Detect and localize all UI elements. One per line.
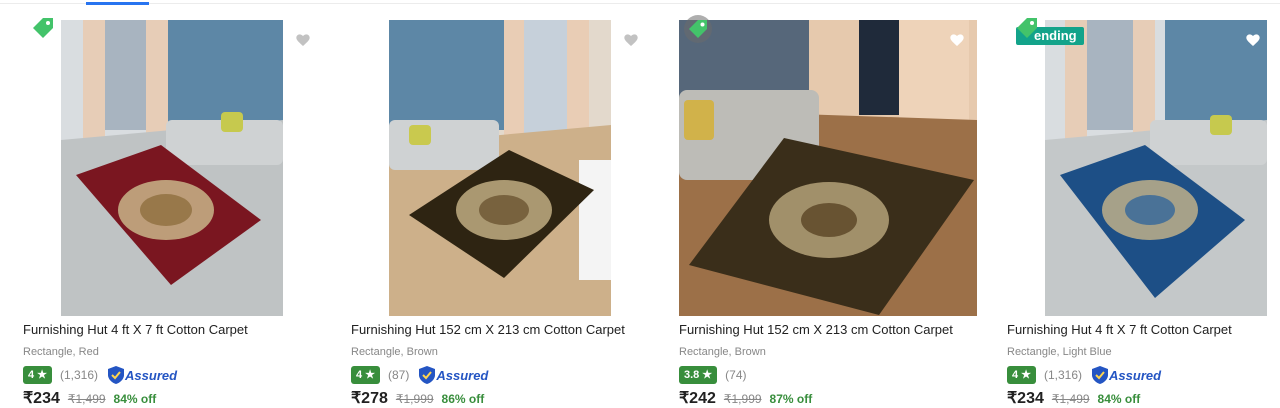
star-icon: ★	[365, 369, 375, 381]
product-grid: Furnishing Hut 4 ft X 7 ft Cotton Carpet…	[0, 0, 1280, 407]
original-price: ₹1,499	[1051, 392, 1090, 406]
price-row: ₹234 ₹1,499 84% off	[23, 388, 156, 408]
rating-badge: 3.8 ★	[679, 366, 718, 384]
original-price: ₹1,999	[723, 392, 762, 406]
assured-label: Assured	[125, 367, 178, 383]
price: ₹234	[1007, 390, 1044, 407]
rating-value: 4	[1012, 369, 1019, 381]
product-card[interactable]: Furnishing Hut 4 ft X 7 ft Cotton Carpet…	[23, 0, 333, 407]
heart-icon[interactable]	[1245, 32, 1261, 48]
price: ₹234	[23, 390, 60, 407]
heart-icon[interactable]	[623, 32, 639, 48]
star-icon: ★	[1021, 369, 1031, 381]
product-card[interactable]: Furnishing Hut 152 cm X 213 cm Cotton Ca…	[679, 0, 989, 407]
product-variant: Rectangle, Red	[23, 346, 99, 358]
assured-shield-icon	[419, 366, 436, 384]
product-title[interactable]: Furnishing Hut 152 cm X 213 cm Cotton Ca…	[679, 322, 989, 337]
assured-badge: Assured	[1092, 365, 1161, 385]
product-variant: Rectangle, Brown	[679, 346, 766, 358]
price: ₹278	[351, 390, 388, 407]
rating-row: 4 ★ (1,316) Assured	[23, 366, 177, 384]
product-title[interactable]: Furnishing Hut 152 cm X 213 cm Cotton Ca…	[351, 322, 661, 337]
rating-row: 4 ★ (87) Assured	[351, 366, 488, 384]
heart-icon[interactable]	[295, 32, 311, 48]
tag-icon	[33, 18, 53, 38]
assured-shield-icon	[1092, 366, 1109, 384]
product-variant: Rectangle, Brown	[351, 346, 438, 358]
tag-icon	[1017, 18, 1037, 38]
discount: 84% off	[113, 392, 157, 406]
original-price: ₹1,999	[395, 392, 434, 406]
rating-value: 3.8	[684, 369, 700, 381]
rating-count: (87)	[388, 368, 410, 382]
price-row: ₹278 ₹1,999 86% off	[351, 388, 484, 408]
rating-count: (1,316)	[1044, 368, 1083, 382]
rating-value: 4	[356, 369, 363, 381]
product-title[interactable]: Furnishing Hut 4 ft X 7 ft Cotton Carpet	[1007, 322, 1280, 337]
product-image[interactable]	[1045, 20, 1267, 316]
assured-badge: Assured	[419, 365, 488, 385]
rating-count: (1,316)	[60, 368, 99, 382]
assured-label: Assured	[1109, 367, 1162, 383]
assured-badge: Assured	[108, 365, 177, 385]
product-image[interactable]	[61, 20, 283, 316]
rating-count: (74)	[725, 368, 747, 382]
rating-badge: 4 ★	[351, 366, 380, 384]
rating-badge: 4 ★	[23, 366, 52, 384]
heart-icon[interactable]	[949, 32, 965, 48]
tag-icon	[684, 15, 712, 43]
product-card[interactable]: Furnishing Hut 152 cm X 213 cm Cotton Ca…	[351, 0, 661, 407]
discount: 87% off	[769, 392, 813, 406]
price-row: ₹234 ₹1,499 84% off	[1007, 388, 1140, 408]
discount: 84% off	[1097, 392, 1141, 406]
product-title[interactable]: Furnishing Hut 4 ft X 7 ft Cotton Carpet	[23, 322, 333, 337]
product-image[interactable]	[679, 20, 977, 316]
discount: 86% off	[441, 392, 485, 406]
original-price: ₹1,499	[67, 392, 106, 406]
assured-shield-icon	[108, 366, 125, 384]
assured-label: Assured	[436, 367, 489, 383]
product-card[interactable]: ending Furnishing Hut 4 ft X 7 ft Cotton…	[1007, 0, 1280, 407]
star-icon: ★	[37, 369, 47, 381]
product-variant: Rectangle, Light Blue	[1007, 346, 1112, 358]
rating-value: 4	[28, 369, 35, 381]
price: ₹242	[679, 390, 716, 407]
price-row: ₹242 ₹1,999 87% off	[679, 388, 812, 408]
rating-row: 4 ★ (1,316) Assured	[1007, 366, 1161, 384]
product-image-area[interactable]	[23, 18, 333, 316]
product-image-area[interactable]	[351, 20, 661, 316]
star-icon: ★	[702, 369, 713, 381]
product-image-area[interactable]: ending	[1007, 18, 1280, 316]
rating-badge: 4 ★	[1007, 366, 1036, 384]
rating-row: 3.8 ★ (74)	[679, 366, 747, 384]
product-image[interactable]	[389, 20, 611, 316]
product-image-area[interactable]	[679, 15, 989, 316]
